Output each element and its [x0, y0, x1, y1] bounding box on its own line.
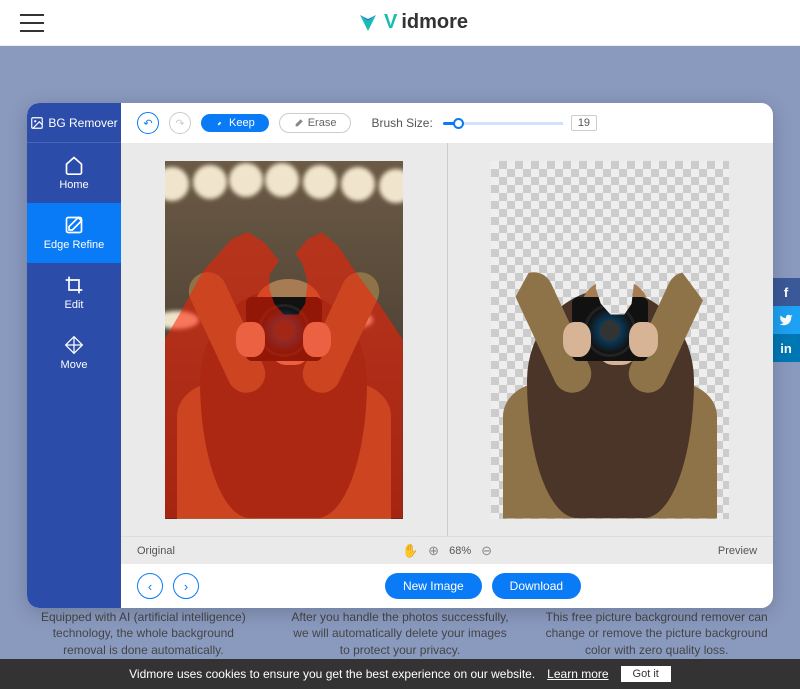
new-image-button[interactable]: New Image: [385, 573, 482, 599]
feature-b: After you handle the photos successfully…: [287, 609, 514, 659]
social-bar: f in: [772, 278, 800, 362]
feature-a: Equipped with AI (artificial intelligenc…: [30, 609, 257, 659]
menu-icon[interactable]: [20, 14, 44, 32]
edit-icon: [64, 215, 84, 235]
sidebar-item-edge-refine[interactable]: Edge Refine: [27, 203, 121, 263]
brand-logo[interactable]: Vidmore: [44, 11, 780, 35]
eraser-icon: [294, 118, 304, 128]
app-title: BG Remover: [27, 103, 121, 143]
undo-button[interactable]: ↶: [137, 112, 159, 134]
zoom-level: 68%: [449, 545, 471, 557]
prev-button[interactable]: ‹: [137, 573, 163, 599]
sidebar-label: Move: [61, 359, 88, 371]
redo-button[interactable]: ↷: [169, 112, 191, 134]
next-button[interactable]: ›: [173, 573, 199, 599]
learn-more-link[interactable]: Learn more: [547, 667, 608, 681]
image-icon: [30, 116, 44, 130]
download-button[interactable]: Download: [492, 573, 581, 599]
main-panel: ↶ ↷ Keep Erase Brush Size: 19: [121, 103, 773, 608]
sidebar-label: Edit: [65, 299, 84, 311]
cookie-text: Vidmore uses cookies to ensure you get t…: [129, 667, 535, 681]
linkedin-icon[interactable]: in: [772, 334, 800, 362]
status-bar: Original ✋ ⊕ 68% ⊖ Preview: [121, 536, 773, 564]
original-label: Original: [137, 545, 344, 557]
pan-icon[interactable]: ✋: [402, 543, 418, 559]
brush-size-value: 19: [571, 115, 597, 131]
brush-icon: [215, 118, 225, 128]
bg-remover-app: BG Remover Home Edge Refine Edit Move ↶ …: [27, 103, 773, 608]
preview-panel: [448, 143, 774, 536]
sidebar-item-home[interactable]: Home: [27, 143, 121, 203]
feature-row: Equipped with AI (artificial intelligenc…: [30, 609, 770, 659]
facebook-icon[interactable]: f: [772, 278, 800, 306]
brush-slider[interactable]: [443, 122, 563, 125]
home-icon: [64, 155, 84, 175]
feature-c: This free picture background remover can…: [543, 609, 770, 659]
sidebar-label: Edge Refine: [44, 239, 105, 251]
original-panel: [121, 143, 448, 536]
original-image[interactable]: [165, 161, 403, 519]
crop-icon: [64, 275, 84, 295]
erase-button[interactable]: Erase: [279, 113, 352, 133]
zoom-out-icon[interactable]: ⊖: [481, 543, 492, 559]
cookie-banner: Vidmore uses cookies to ensure you get t…: [0, 659, 800, 689]
brush-size-control: 19: [443, 115, 597, 131]
cookie-accept-button[interactable]: Got it: [621, 666, 671, 682]
sidebar: BG Remover Home Edge Refine Edit Move: [27, 103, 121, 608]
canvas-area: [121, 143, 773, 536]
sidebar-label: Home: [59, 179, 88, 191]
logo-icon: [356, 11, 380, 35]
zoom-in-icon[interactable]: ⊕: [428, 543, 439, 559]
footer-bar: ‹ › New Image Download: [121, 564, 773, 608]
brush-size-label: Brush Size:: [371, 116, 432, 130]
move-icon: [64, 335, 84, 355]
twitter-icon[interactable]: [772, 306, 800, 334]
page-header: Vidmore: [0, 0, 800, 46]
sidebar-item-move[interactable]: Move: [27, 323, 121, 383]
keep-button[interactable]: Keep: [201, 114, 269, 132]
preview-label: Preview: [550, 545, 757, 557]
toolbar: ↶ ↷ Keep Erase Brush Size: 19: [121, 103, 773, 143]
preview-image[interactable]: [491, 161, 729, 519]
sidebar-item-edit[interactable]: Edit: [27, 263, 121, 323]
